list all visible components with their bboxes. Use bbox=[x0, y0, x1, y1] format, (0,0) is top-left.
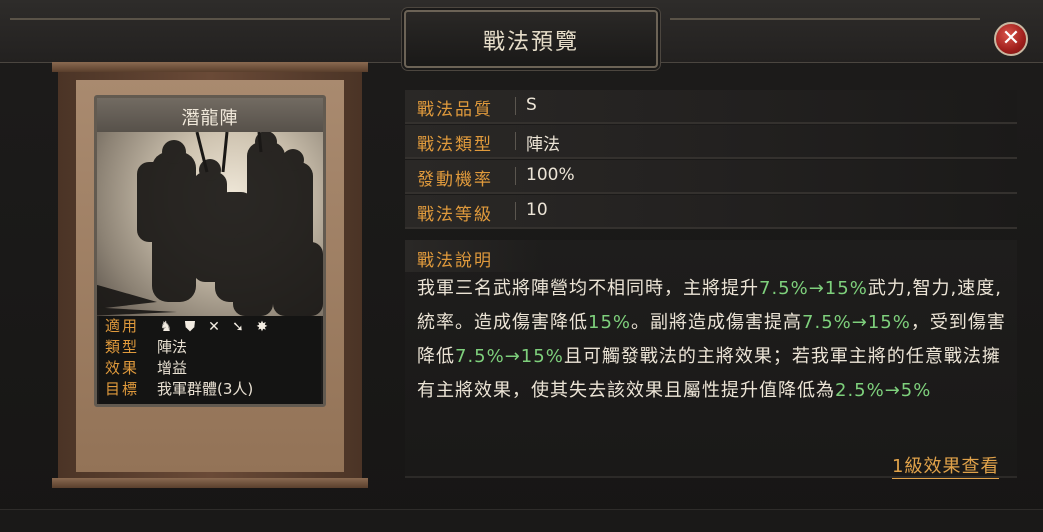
desc-segment: 。副將造成傷害提高 bbox=[631, 312, 803, 333]
tactic-card: 潛龍陣 適用 ♞ ⛊ ✕ ➘ ✸ 類型 陣法 效果 增益 目標 我軍群體(3人) bbox=[94, 95, 326, 407]
spear-icon: ➘ bbox=[232, 319, 244, 335]
info-level-label: 戰法等級 bbox=[417, 205, 493, 225]
info-row-trigger-rate: 發動機率 100% bbox=[405, 160, 1017, 194]
shield-icon: ⛊ bbox=[184, 319, 196, 335]
tactic-name: 潛龍陣 bbox=[181, 108, 239, 129]
scroll-bottom-rod bbox=[52, 478, 368, 488]
stat-target-value: 我軍群體(3人) bbox=[157, 380, 254, 398]
desc-highlight: 2.5%→5% bbox=[835, 380, 932, 401]
title-bar-left-ornament bbox=[10, 18, 390, 20]
stat-effect: 效果 增益 bbox=[99, 358, 321, 379]
divider bbox=[515, 202, 516, 220]
stat-type-label: 類型 bbox=[105, 338, 140, 356]
siege-icon: ✸ bbox=[256, 319, 268, 335]
divider bbox=[515, 167, 516, 185]
tactic-card-title-bar: 潛龍陣 bbox=[97, 98, 323, 134]
tactic-artwork bbox=[97, 132, 323, 316]
desc-highlight: 7.5%→15% bbox=[455, 346, 564, 367]
info-row-level: 戰法等級 10 bbox=[405, 195, 1017, 229]
tactic-preview-window: 戰法預覽 ✕ 潛龍陣 適用 ♞ ⛊ ✕ ➘ ✸ 類型 陣法 效果 增益 目標 我… bbox=[0, 0, 1043, 532]
window-title: 戰法預覽 bbox=[482, 30, 579, 55]
bow-icon: ✕ bbox=[208, 319, 220, 335]
stat-type: 類型 陣法 bbox=[99, 337, 321, 358]
tactic-stats: 適用 ♞ ⛊ ✕ ➘ ✸ 類型 陣法 效果 增益 目標 我軍群體(3人) bbox=[99, 316, 321, 404]
desc-highlight: 7.5%→15% bbox=[802, 312, 911, 333]
desc-highlight: 7.5%→15% bbox=[759, 278, 868, 299]
info-type-label: 戰法類型 bbox=[417, 135, 493, 155]
stat-target: 目標 我軍群體(3人) bbox=[99, 379, 321, 400]
scroll-top-rod bbox=[52, 62, 368, 72]
info-quality-label: 戰法品質 bbox=[417, 100, 493, 120]
stat-effect-label: 效果 bbox=[105, 359, 140, 377]
suitable-unit-icons: ♞ ⛊ ✕ ➘ ✸ bbox=[157, 318, 271, 336]
desc-highlight: 15% bbox=[588, 312, 632, 333]
stat-suitable-label: 適用 bbox=[105, 317, 140, 335]
close-icon: ✕ bbox=[1001, 26, 1021, 51]
info-row-type: 戰法類型 陣法 bbox=[405, 125, 1017, 159]
stat-effect-value: 增益 bbox=[157, 359, 188, 377]
divider bbox=[515, 132, 516, 150]
info-type-value: 陣法 bbox=[526, 135, 560, 155]
desc-segment: 我軍三名武將陣營均不相同時，主將提升 bbox=[417, 278, 759, 299]
window-title-plate: 戰法預覽 bbox=[404, 10, 658, 68]
panel-bottom-divider bbox=[405, 476, 1017, 478]
divider bbox=[515, 97, 516, 115]
stat-target-label: 目標 bbox=[105, 380, 140, 398]
description-panel: 戰法說明 我軍三名武將陣營均不相同時，主將提升7.5%→15%武力,智力,速度,… bbox=[405, 240, 1017, 476]
info-quality-value: S bbox=[526, 95, 537, 115]
close-button[interactable]: ✕ bbox=[994, 22, 1028, 56]
soldier-silhouette-art bbox=[97, 132, 323, 316]
info-level-value: 10 bbox=[526, 200, 548, 220]
description-text: 我軍三名武將陣營均不相同時，主將提升7.5%→15%武力,智力,速度,統率。造成… bbox=[417, 272, 1017, 408]
window-bottom-frame bbox=[0, 509, 1043, 532]
title-bar-right-ornament bbox=[670, 18, 980, 20]
stat-suitable: 適用 ♞ ⛊ ✕ ➘ ✸ bbox=[99, 316, 321, 337]
info-trigger-rate-value: 100% bbox=[526, 165, 575, 185]
info-trigger-rate-label: 發動機率 bbox=[417, 170, 493, 190]
level-1-effect-link[interactable]: 1級效果查看 bbox=[892, 452, 1000, 479]
cavalry-icon: ♞ bbox=[159, 319, 173, 335]
stat-type-value: 陣法 bbox=[157, 338, 188, 356]
description-title: 戰法說明 bbox=[417, 251, 493, 271]
info-row-quality: 戰法品質 S bbox=[405, 90, 1017, 124]
